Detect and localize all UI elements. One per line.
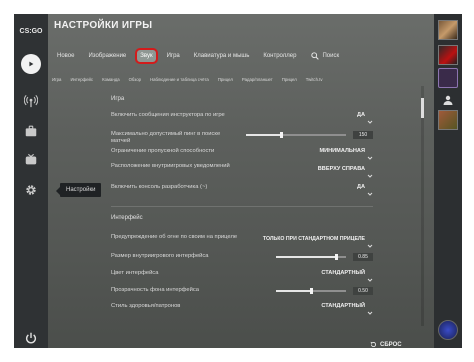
setting-hud-scale[interactable]: Размер внутриигрового интерфейса 0.85 bbox=[111, 253, 373, 269]
hud-alpha-slider[interactable] bbox=[276, 288, 346, 294]
sub-nav: Игра Интерфейс Команда Обзор Наблюдение … bbox=[52, 72, 432, 86]
section-divider bbox=[111, 206, 373, 207]
setting-label: Размер внутриигрового интерфейса bbox=[111, 253, 209, 259]
setting-value: СТАНДАРТНЫЙ bbox=[321, 270, 365, 276]
chevron-down-icon bbox=[367, 112, 373, 124]
setting-label: Цвет интерфейса bbox=[111, 270, 159, 276]
friends-button[interactable] bbox=[438, 94, 458, 106]
scrollbar-track[interactable] bbox=[421, 86, 424, 326]
rank-avatar[interactable] bbox=[438, 45, 458, 65]
settings-tooltip: Настройки bbox=[55, 183, 102, 197]
search-label: Поиск bbox=[322, 53, 340, 59]
section-game-title: Игра bbox=[111, 96, 125, 102]
setting-console[interactable]: Включить консоль разработчика (~) ДА bbox=[111, 184, 373, 200]
setting-value: СТАНДАРТНЫЙ bbox=[321, 303, 365, 309]
setting-ping[interactable]: Максимально допустимый пинг в поиске мат… bbox=[111, 131, 373, 147]
subnav-item[interactable]: Интерфейс bbox=[70, 77, 93, 82]
friend-avatar[interactable] bbox=[438, 110, 458, 130]
search-button[interactable]: Поиск bbox=[311, 52, 339, 60]
play-icon bbox=[21, 54, 41, 74]
setting-instructor[interactable]: Включить сообщения инструктора по игре Д… bbox=[111, 112, 373, 128]
csgo-logo: CS:GO bbox=[19, 28, 43, 35]
scrollbar-thumb[interactable] bbox=[421, 98, 424, 118]
ping-slider[interactable] bbox=[246, 132, 346, 138]
slider-fill bbox=[246, 134, 281, 136]
tab-audio[interactable]: Звук bbox=[135, 48, 158, 64]
chevron-down-icon bbox=[367, 184, 373, 196]
subnav-item[interactable]: Обзор bbox=[129, 77, 141, 82]
antenna-icon bbox=[24, 94, 38, 108]
subnav-item[interactable]: Прицел bbox=[282, 77, 297, 82]
setting-label: Расположение внутриигровых уведомлений bbox=[111, 163, 230, 169]
setting-value: ТОЛЬКО ПРИ СТАНДАРТНОМ ПРИЦЕЛЕ bbox=[262, 236, 365, 242]
tab-keyboard-mouse[interactable]: Клавиатура и мышь bbox=[191, 50, 253, 62]
setting-label: Прозрачность фона интерфейса bbox=[111, 287, 200, 293]
setting-hud-alpha[interactable]: Прозрачность фона интерфейса 0.50 bbox=[111, 287, 373, 303]
slider-handle[interactable] bbox=[335, 254, 338, 260]
chevron-down-icon bbox=[367, 303, 373, 315]
left-sidebar: CS:GO bbox=[14, 14, 48, 348]
page-title: НАСТРОЙКИ ИГРЫ bbox=[54, 20, 153, 31]
status-avatar[interactable] bbox=[438, 320, 458, 340]
settings-window: CS:GO Настройки НАСТРОЙКИ ИГРЫ Новое Изо… bbox=[14, 14, 462, 348]
subnav-item[interactable]: Игра bbox=[52, 77, 61, 82]
settings-button[interactable] bbox=[19, 178, 43, 202]
search-icon bbox=[311, 52, 320, 60]
hud-scale-value[interactable]: 0.85 bbox=[353, 253, 373, 261]
profile-badge[interactable] bbox=[438, 68, 458, 88]
play-button[interactable] bbox=[19, 52, 43, 76]
slider-handle[interactable] bbox=[310, 288, 313, 294]
slider-fill bbox=[276, 256, 336, 258]
setting-bandwidth[interactable]: Ограничение пропускной способности МИНИМ… bbox=[111, 148, 373, 164]
setting-label: Стиль здоровья/патронов bbox=[111, 303, 181, 309]
tab-video[interactable]: Изображение bbox=[85, 50, 129, 62]
briefcase-icon bbox=[25, 125, 37, 137]
reset-label: СБРОС bbox=[380, 341, 402, 348]
subnav-item[interactable]: Twitch.tv bbox=[306, 77, 323, 82]
setting-fire-warning[interactable]: Предупреждение об огне по своим на прице… bbox=[111, 234, 373, 250]
slider-fill bbox=[276, 290, 311, 292]
setting-label: Включить консоль разработчика (~) bbox=[111, 184, 208, 190]
setting-value: ВВЕРХУ СПРАВА bbox=[317, 166, 365, 172]
inventory-button[interactable] bbox=[19, 119, 43, 143]
setting-value: МИНИМАЛЬНАЯ bbox=[319, 148, 365, 154]
hud-alpha-value[interactable]: 0.50 bbox=[353, 287, 373, 295]
broadcast-button[interactable] bbox=[19, 89, 43, 113]
subnav-item[interactable]: Радар/планшет bbox=[242, 77, 273, 82]
player-avatar[interactable] bbox=[438, 20, 458, 40]
friends-icon bbox=[443, 95, 453, 105]
subnav-item[interactable]: Прицел bbox=[218, 77, 233, 82]
ping-value[interactable]: 150 bbox=[353, 131, 373, 139]
setting-label: Максимально допустимый пинг в поиске мат… bbox=[111, 131, 221, 144]
reset-icon bbox=[370, 341, 377, 348]
slider-handle[interactable] bbox=[280, 132, 283, 138]
tab-new[interactable]: Новое bbox=[54, 50, 77, 62]
power-icon bbox=[25, 332, 37, 344]
hud-scale-slider[interactable] bbox=[276, 254, 346, 260]
setting-health-style[interactable]: Стиль здоровья/патронов СТАНДАРТНЫЙ bbox=[111, 303, 373, 319]
tab-game[interactable]: Игра bbox=[164, 50, 183, 62]
right-sidebar bbox=[434, 14, 462, 348]
tab-controller[interactable]: Контроллер bbox=[260, 50, 299, 62]
reset-button[interactable]: СБРОС bbox=[370, 341, 402, 348]
chevron-down-icon bbox=[367, 236, 373, 248]
chevron-down-icon bbox=[367, 148, 373, 160]
subnav-item[interactable]: Наблюдение и таблица счёта bbox=[150, 77, 209, 82]
tv-icon bbox=[25, 153, 37, 165]
section-interface-title: Интерфейс bbox=[111, 215, 143, 221]
setting-value: ДА bbox=[356, 112, 365, 118]
setting-hud-color[interactable]: Цвет интерфейса СТАНДАРТНЫЙ bbox=[111, 270, 373, 286]
power-button[interactable] bbox=[19, 329, 43, 347]
setting-label: Включить сообщения инструктора по игре bbox=[111, 112, 225, 118]
setting-label: Предупреждение об огне по своим на прице… bbox=[111, 234, 238, 240]
chevron-down-icon bbox=[367, 270, 373, 282]
subnav-item[interactable]: Команда bbox=[102, 77, 120, 82]
top-nav: Новое Изображение Звук Игра Клавиатура и… bbox=[54, 46, 339, 66]
chevron-down-icon bbox=[367, 166, 373, 178]
setting-label: Ограничение пропускной способности bbox=[111, 148, 215, 154]
gear-icon bbox=[26, 185, 36, 195]
setting-value: ДА bbox=[356, 184, 365, 190]
watch-button[interactable] bbox=[19, 148, 43, 172]
setting-notification-position[interactable]: Расположение внутриигровых уведомлений В… bbox=[111, 163, 373, 179]
